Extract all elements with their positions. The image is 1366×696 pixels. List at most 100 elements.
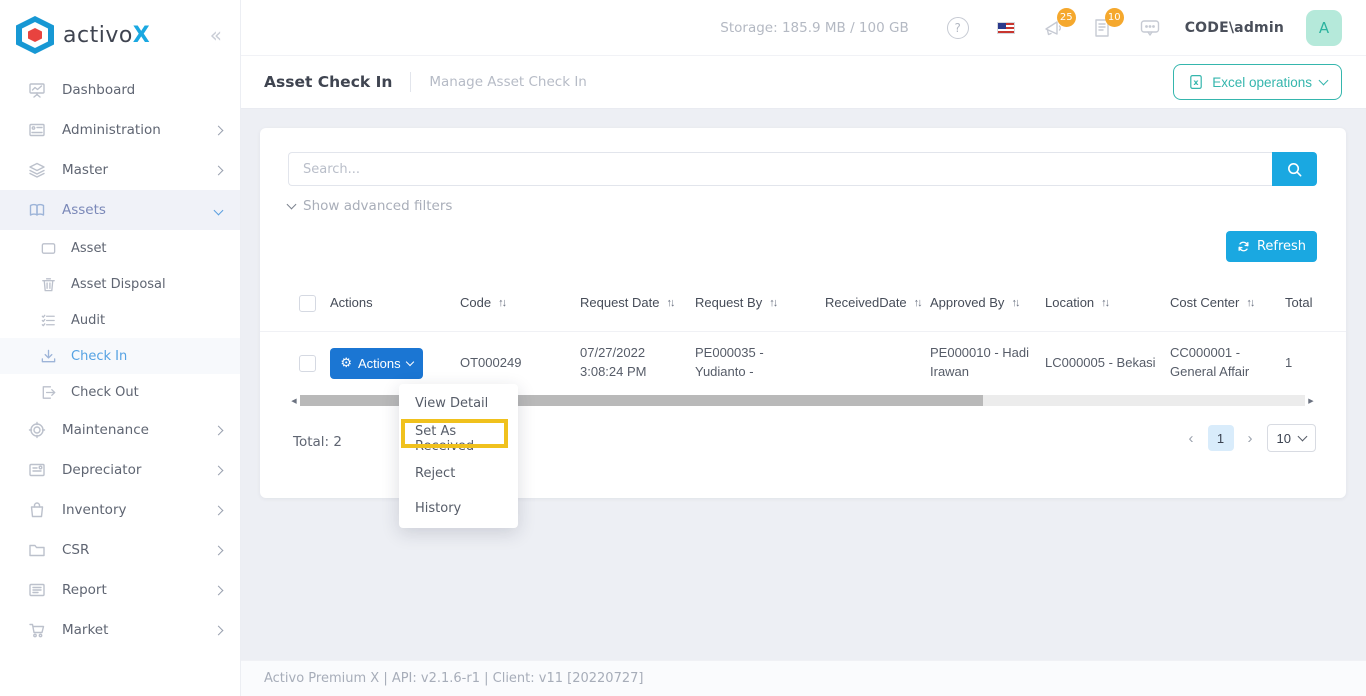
row-actions-button[interactable]: ⚙ Actions	[330, 347, 423, 379]
page-size-select[interactable]: 10	[1266, 424, 1316, 452]
scroll-right-arrow[interactable]: ▶	[1305, 397, 1317, 405]
excel-file-icon: x	[1190, 75, 1202, 89]
sort-icon[interactable]: ↑↓	[1011, 296, 1020, 312]
master-icon	[29, 162, 45, 178]
chat-button[interactable]	[1137, 15, 1163, 41]
excel-operations-button[interactable]: x Excel operations	[1173, 64, 1342, 100]
svg-text:x: x	[1194, 78, 1200, 87]
sidebar-subitem-check-out[interactable]: Check Out	[0, 374, 240, 410]
sidebar-item-inventory[interactable]: Inventory	[0, 490, 240, 530]
chevron-right-icon	[213, 505, 224, 515]
row-checkbox-cell	[260, 351, 330, 376]
col-code[interactable]: Code ↑↓	[460, 290, 580, 317]
current-page-button[interactable]: 1	[1207, 425, 1234, 451]
pagination: ‹ 1 › 10	[1185, 424, 1316, 452]
col-request-by[interactable]: Request By ↑↓	[695, 290, 825, 317]
sidebar-item-market[interactable]: Market	[0, 610, 240, 650]
sidebar-item-dashboard[interactable]: Dashboard	[0, 70, 240, 110]
sidebar-item-administration[interactable]: Administration	[0, 110, 240, 150]
row-request-date: 07/27/2022 3:08:24 PM	[580, 340, 695, 386]
menu-item-reject[interactable]: Reject	[399, 456, 518, 491]
sort-icon[interactable]: ↑↓	[1101, 296, 1110, 312]
search-input[interactable]	[288, 152, 1272, 186]
sort-icon[interactable]: ↑↓	[667, 296, 676, 312]
sidebar-subitem-check-in[interactable]: Check In	[0, 338, 240, 374]
header-checkbox-cell	[260, 291, 330, 316]
row-code: OT000249	[460, 354, 522, 370]
actions-label: Actions	[358, 355, 401, 371]
chevron-down-icon	[405, 357, 414, 366]
announcements-button[interactable]: 25	[1041, 7, 1076, 41]
page: activoX « Dashboard Administration Maste…	[0, 0, 1366, 696]
announcements-badge: 25	[1056, 7, 1076, 27]
row-checkbox[interactable]	[299, 354, 316, 372]
col-label: Cost Center	[1170, 295, 1240, 311]
sidebar-item-label: Inventory	[62, 502, 127, 518]
sidebar-subitem-label: Check Out	[71, 384, 139, 400]
footer: Activo Premium X | API: v2.1.6-r1 | Clie…	[240, 660, 1366, 696]
refresh-label: Refresh	[1256, 239, 1307, 254]
col-label: ReceivedDate	[825, 295, 907, 311]
sort-icon[interactable]: ↑↓	[1246, 296, 1255, 312]
language-flag-button[interactable]	[993, 15, 1019, 41]
sidebar-subitem-audit[interactable]: Audit	[0, 302, 240, 338]
avatar[interactable]: A	[1306, 9, 1342, 46]
refresh-icon	[1238, 241, 1249, 252]
chevron-down-icon	[213, 205, 224, 215]
sidebar-subitem-asset-disposal[interactable]: Asset Disposal	[0, 266, 240, 302]
chevron-right-icon	[213, 545, 224, 555]
search-icon	[1288, 162, 1302, 176]
gear-icon	[28, 421, 46, 439]
sidebar-item-maintenance[interactable]: Maintenance	[0, 410, 240, 450]
sidebar-item-label: Master	[62, 162, 109, 178]
menu-item-set-as-received[interactable]: Set As Received	[399, 421, 518, 456]
prev-page-button[interactable]: ‹	[1185, 430, 1198, 447]
card-icon	[29, 463, 45, 477]
sidebar-item-assets[interactable]: Assets	[0, 190, 240, 230]
trash-icon	[42, 277, 55, 291]
col-label: Code	[460, 295, 492, 311]
col-received-date[interactable]: ReceivedDate ↑↓	[825, 290, 930, 317]
search-button[interactable]	[1272, 152, 1317, 186]
help-button[interactable]: ?	[945, 15, 971, 41]
sort-icon[interactable]: ↑↓	[914, 296, 923, 312]
logo-x: X	[132, 22, 151, 48]
row-request-by: PE000035 - Yudianto -	[695, 345, 764, 379]
col-actions: Actions	[330, 295, 373, 311]
chevron-right-icon	[213, 125, 224, 135]
chevron-down-icon	[1297, 431, 1308, 442]
menu-item-history[interactable]: History	[399, 491, 518, 526]
col-approved-by[interactable]: Approved By ↑↓	[930, 290, 1045, 317]
sidebar-item-master[interactable]: Master	[0, 150, 240, 190]
refresh-button[interactable]: Refresh	[1226, 231, 1317, 262]
breadcrumb: Manage Asset Check In	[429, 74, 587, 90]
menu-item-view-detail[interactable]: View Detail	[399, 386, 518, 421]
username: CODE\admin	[1184, 19, 1284, 36]
advanced-filters-toggle[interactable]: Show advanced filters	[286, 198, 452, 214]
news-badge: 10	[1104, 7, 1124, 27]
col-cost-center[interactable]: Cost Center ↑↓	[1170, 290, 1285, 317]
sidebar-item-report[interactable]: Report	[0, 570, 240, 610]
logo-text: activoX	[63, 23, 150, 48]
cart-icon	[29, 623, 45, 638]
sidebar-subitem-label: Asset	[71, 240, 107, 256]
col-request-date[interactable]: Request Date ↑↓	[580, 290, 695, 317]
news-button[interactable]: 10	[1089, 7, 1124, 41]
scroll-left-arrow[interactable]: ◀	[288, 397, 300, 405]
sidebar-collapse-icon[interactable]: «	[210, 23, 222, 47]
chevron-right-icon	[213, 585, 224, 595]
sort-icon[interactable]: ↑↓	[498, 296, 507, 312]
excel-operations-label: Excel operations	[1212, 74, 1312, 90]
chevron-right-icon	[213, 425, 224, 435]
dashboard-icon	[29, 83, 45, 98]
next-page-button[interactable]: ›	[1244, 430, 1257, 447]
sidebar-item-label: Maintenance	[62, 422, 149, 438]
table-header-row: Actions Code ↑↓ Request Date ↑↓ Request By…	[260, 276, 1346, 332]
col-location[interactable]: Location ↑↓	[1045, 290, 1170, 317]
sidebar-item-depreciator[interactable]: Depreciator	[0, 450, 240, 490]
col-label: Location	[1045, 295, 1095, 311]
sidebar-subitem-asset[interactable]: Asset	[0, 230, 240, 266]
select-all-checkbox[interactable]	[299, 295, 316, 312]
sort-icon[interactable]: ↑↓	[769, 296, 778, 312]
sidebar-item-csr[interactable]: CSR	[0, 530, 240, 570]
